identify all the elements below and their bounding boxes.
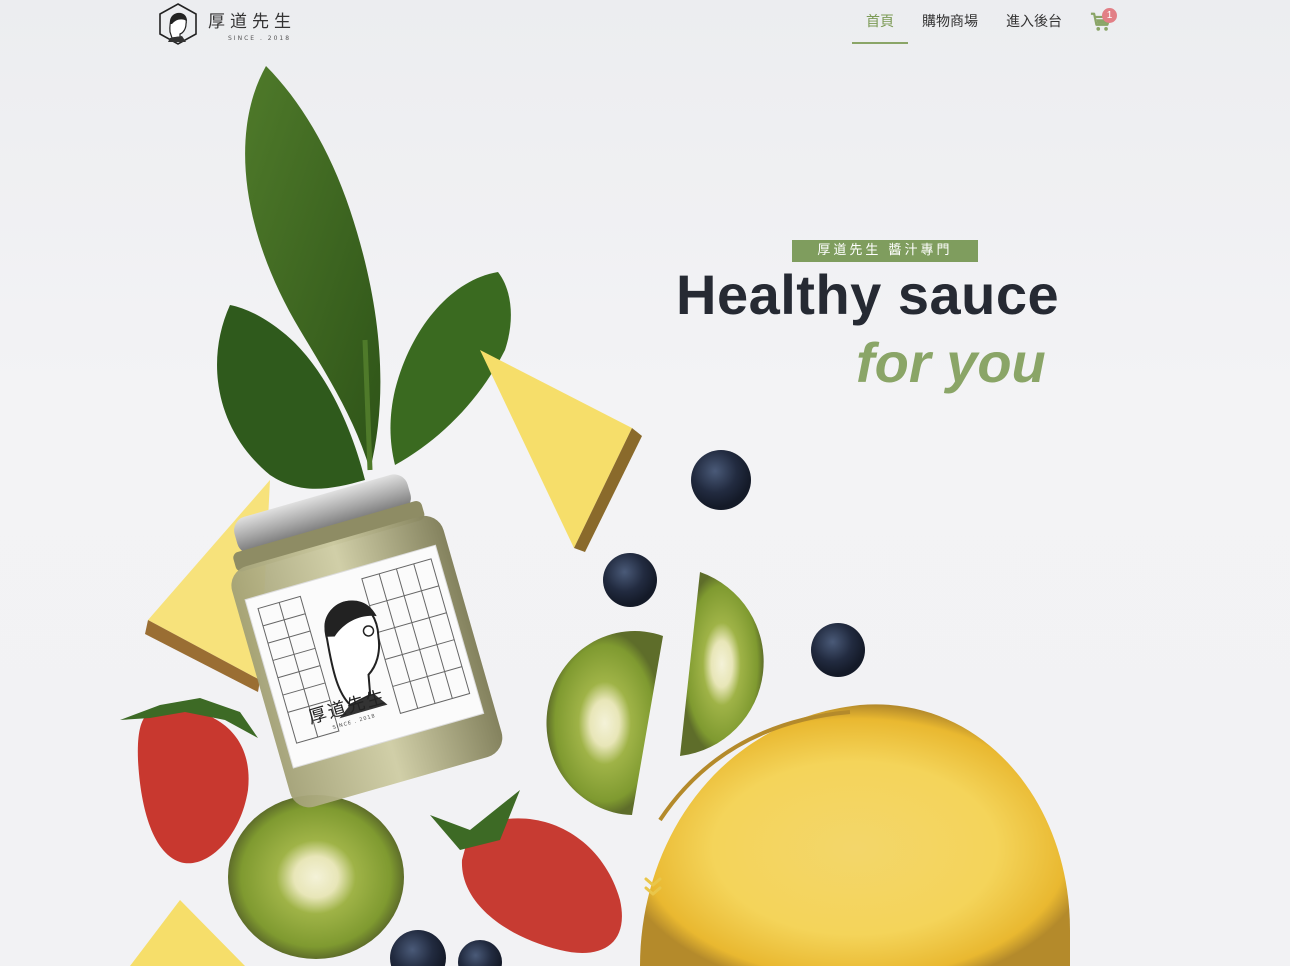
brand-name: 厚道先生 — [208, 11, 296, 32]
nav-item-home[interactable]: 首頁 — [852, 0, 908, 44]
brand-since: SINCE . 2018 — [228, 34, 292, 42]
brand-logo-icon — [159, 3, 197, 45]
hero-background-image — [120, 66, 1070, 966]
hero-headline-line2: for you — [856, 331, 1046, 394]
nav-menu: 首頁 購物商場 進入後台 1 — [852, 0, 1117, 44]
top-navbar: 厚道先生 SINCE . 2018 首頁 購物商場 進入後台 1 — [0, 0, 1290, 48]
nav-item-admin[interactable]: 進入後台 — [992, 0, 1076, 44]
hero-section: 厚道先生 SINCE . 2018 — [0, 0, 1290, 966]
hero-tagline: 厚道先生 醬汁專門 — [792, 240, 978, 262]
scroll-down-button[interactable] — [641, 876, 665, 902]
brand-logo-link[interactable]: 厚道先生 SINCE . 2018 — [156, 2, 296, 46]
cart-count-badge: 1 — [1102, 8, 1117, 23]
cart-button[interactable]: 1 — [1090, 0, 1117, 44]
nav-item-shop[interactable]: 購物商場 — [908, 0, 992, 44]
double-chevron-down-icon — [644, 877, 662, 896]
hero-headline-line1: Healthy sauce — [676, 263, 1060, 326]
